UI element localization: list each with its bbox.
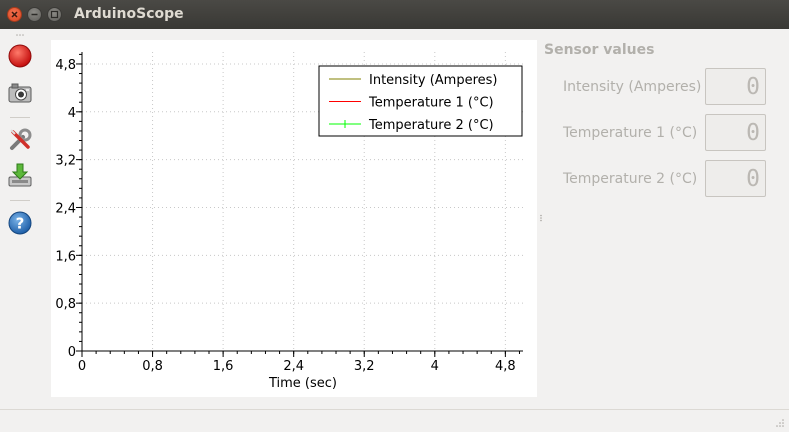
maximize-icon: [50, 10, 59, 19]
window-titlebar: ArduinoScope: [0, 0, 789, 29]
svg-text:?: ?: [16, 215, 25, 233]
window-title: ArduinoScope: [74, 6, 184, 22]
x-tick-label: 0,8: [142, 359, 163, 374]
y-tick-label: 3,2: [55, 154, 76, 169]
toolbar-separator: [10, 200, 30, 201]
window-close-button[interactable]: [7, 7, 22, 22]
toolbar-separator: [10, 117, 30, 118]
x-tick-label: 0: [78, 359, 86, 374]
y-tick-label: 0,8: [55, 297, 76, 312]
resize-grip-icon[interactable]: [775, 418, 785, 428]
download-icon: [8, 163, 32, 187]
plot-legend: Intensity (Amperes) Temperature 1 (°C) Tem…: [318, 65, 523, 137]
y-tick-label: 0: [68, 345, 76, 360]
sensor-label-intensity: Intensity (Amperes): [563, 79, 702, 95]
y-axis-ticks: 0 0,8 1,6 2,4 3,2 4 4,8: [55, 53, 82, 360]
window-maximize-button[interactable]: [47, 7, 62, 22]
x-tick-label: 1,6: [213, 359, 234, 374]
y-tick-label: 1,6: [55, 249, 76, 264]
settings-button[interactable]: [7, 127, 33, 153]
screenshot-button[interactable]: [7, 80, 33, 106]
sensor-display-temperature-2: 0: [705, 160, 766, 197]
y-tick-label: 4,8: [55, 58, 76, 73]
record-button[interactable]: [7, 43, 33, 69]
sensor-value-temperature-2: 0: [746, 166, 760, 192]
camera-icon: [8, 83, 32, 103]
close-icon: [11, 11, 18, 18]
legend-entry: Intensity (Amperes): [369, 73, 498, 88]
sensor-display-intensity: 0: [705, 68, 766, 105]
x-tick-label: 2,4: [283, 359, 304, 374]
legend-entry: Temperature 2 (°C): [368, 118, 494, 133]
help-icon: ?: [8, 211, 32, 235]
x-tick-label: 4,8: [495, 359, 516, 374]
sensor-display-temperature-1: 0: [705, 114, 766, 151]
splitter-handle[interactable]: [539, 214, 543, 222]
record-icon: [8, 44, 32, 68]
y-tick-label: 4: [68, 106, 76, 121]
x-tick-label: 4: [431, 359, 439, 374]
plot-canvas: 0 0,8 1,6 2,4 3,2 4 4,8 0 0,8 1,6 2,4 3,2 4 4,8 Time…: [55, 52, 523, 391]
save-data-button[interactable]: [7, 162, 33, 188]
window-minimize-button[interactable]: [27, 7, 42, 22]
help-button[interactable]: ?: [7, 210, 33, 236]
toolbar-grip[interactable]: [15, 33, 25, 37]
sensor-label-temperature-1: Temperature 1 (°C): [563, 125, 698, 141]
plot-area[interactable]: 0 0,8 1,6 2,4 3,2 4 4,8 0 0,8 1,6 2,4 3,2 4 4,8 Time…: [51, 40, 537, 397]
sensor-label-temperature-2: Temperature 2 (°C): [563, 171, 698, 187]
sensor-value-temperature-1: 0: [746, 120, 760, 146]
y-tick-label: 2,4: [55, 201, 76, 216]
x-tick-label: 3,2: [354, 359, 375, 374]
sensor-values-title: Sensor values: [544, 42, 655, 58]
x-axis-label: Time (sec): [268, 376, 337, 391]
legend-entry: Temperature 1 (°C): [368, 96, 494, 111]
minimize-icon: [31, 13, 38, 16]
x-axis-ticks: 0 0,8 1,6 2,4 3,2 4 4,8: [78, 351, 520, 374]
status-bar: [0, 409, 789, 432]
sensor-value-intensity: 0: [746, 74, 760, 100]
settings-tools-icon: [10, 128, 32, 150]
